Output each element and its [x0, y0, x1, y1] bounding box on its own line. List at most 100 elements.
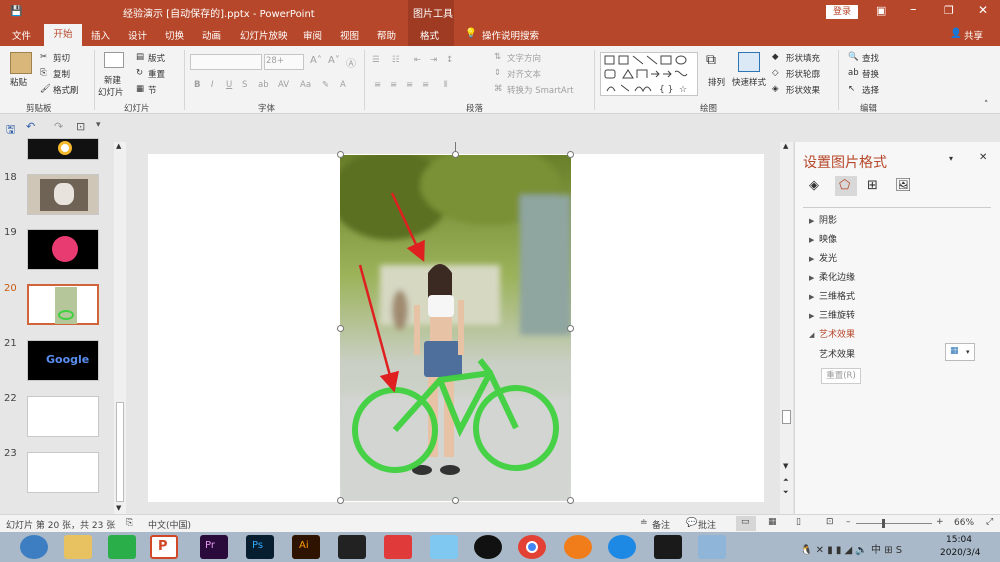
picture-icon[interactable]: 🖼: [895, 178, 912, 193]
bold-icon[interactable]: B: [194, 80, 200, 90]
shrink-font-icon[interactable]: A˅: [328, 55, 340, 66]
qq-icon[interactable]: [474, 535, 502, 559]
quick-styles-button[interactable]: 快速样式: [732, 76, 766, 88]
minimize-icon[interactable]: –: [910, 2, 917, 17]
file-explorer-icon[interactable]: [64, 535, 92, 559]
shapes-gallery[interactable]: { } ☆: [600, 52, 698, 96]
tab-file[interactable]: 文件: [12, 28, 31, 42]
align-center-icon[interactable]: ≡: [390, 80, 397, 90]
clear-format-icon[interactable]: Ⓐ: [346, 55, 356, 70]
tray-icons[interactable]: 🐧 ✕ ▮ ▮ ◢ 🔊 中 ⊞ S: [800, 541, 902, 556]
slide-thumbnail-20[interactable]: [27, 284, 99, 325]
align-text-button[interactable]: 对齐文本: [507, 68, 541, 80]
resize-handle[interactable]: [567, 497, 574, 504]
bullets-icon[interactable]: ☰: [372, 55, 380, 65]
pane-close-icon[interactable]: ✕: [979, 152, 987, 163]
customize-qat-icon[interactable]: ▾: [96, 120, 101, 130]
outdent-icon[interactable]: ⇥: [430, 55, 437, 65]
arrange-icon[interactable]: ⧉: [706, 52, 716, 68]
start-button-icon[interactable]: [20, 535, 48, 559]
prev-slide-icon[interactable]: ⏶: [783, 476, 789, 485]
justify-icon[interactable]: ≡: [422, 80, 429, 90]
arrange-button[interactable]: 排列: [708, 76, 725, 88]
app-icon[interactable]: [430, 535, 458, 559]
restore-icon[interactable]: ❐: [944, 4, 954, 17]
slide-sorter-icon[interactable]: ▦: [768, 517, 777, 527]
slide-thumbnail-17[interactable]: [27, 138, 99, 160]
selected-photo[interactable]: [340, 155, 571, 501]
photoshop-icon[interactable]: Ps: [246, 535, 274, 559]
slideshow-icon[interactable]: ⊡: [826, 517, 834, 527]
rotation-handle[interactable]: [455, 142, 456, 152]
numbering-icon[interactable]: ☷: [392, 55, 400, 65]
tab-help[interactable]: 帮助: [377, 28, 396, 42]
shadow-text-icon[interactable]: S: [242, 80, 247, 90]
zoom-in-icon[interactable]: +: [936, 517, 944, 527]
format-painter-button[interactable]: 格式刷: [53, 84, 79, 96]
pane-item-3d-rotation[interactable]: ▶ 三维旋转: [809, 308, 855, 321]
tab-transitions[interactable]: 切换: [165, 28, 184, 42]
artistic-effects-dropdown[interactable]: ▦ ▾: [945, 343, 975, 361]
find-button[interactable]: 查找: [862, 52, 879, 64]
login-button[interactable]: 登录: [826, 5, 858, 19]
app-icon[interactable]: [384, 535, 412, 559]
zoom-out-icon[interactable]: –: [846, 517, 851, 527]
reading-view-icon[interactable]: ▯: [796, 517, 801, 527]
quick-styles-icon[interactable]: [738, 52, 760, 72]
paste-icon[interactable]: [10, 52, 32, 74]
replace-button[interactable]: 替换: [862, 68, 879, 80]
shape-fill-button[interactable]: 形状填充: [786, 52, 820, 64]
layout-button[interactable]: 版式: [148, 52, 165, 64]
resize-handle[interactable]: [452, 151, 459, 158]
scroll-down-icon[interactable]: ▼: [783, 462, 788, 470]
tab-home[interactable]: 开始: [44, 24, 82, 46]
fill-line-icon[interactable]: ◈: [809, 178, 819, 193]
resize-handle[interactable]: [452, 497, 459, 504]
paste-button[interactable]: 粘贴: [10, 76, 27, 88]
zoom-slider-thumb[interactable]: [882, 519, 885, 528]
columns-icon[interactable]: ⫴: [444, 80, 448, 90]
slide-thumbnail-19[interactable]: [27, 229, 99, 270]
clock-date[interactable]: 2020/3/4: [940, 548, 980, 558]
canvas-scrollbar[interactable]: ▲ ▼ ⏶ ⏷: [780, 142, 793, 514]
tab-format[interactable]: 格式: [420, 28, 439, 42]
share-icon[interactable]: 👤: [950, 28, 962, 39]
underline-icon[interactable]: U: [226, 80, 232, 90]
ie-icon[interactable]: [608, 535, 636, 559]
video-editor-icon[interactable]: [338, 535, 366, 559]
spell-check-icon[interactable]: ⎘: [126, 518, 133, 528]
language-indicator[interactable]: 中文(中国): [148, 518, 191, 531]
pane-item-reflection[interactable]: ▶ 映像: [809, 232, 837, 245]
normal-view-icon[interactable]: ▭: [741, 517, 750, 527]
align-left-icon[interactable]: ≡: [374, 80, 381, 90]
collapse-ribbon-icon[interactable]: ˄: [984, 100, 988, 110]
slide-thumbnail-21[interactable]: Google: [27, 340, 99, 381]
shape-outline-button[interactable]: 形状轮廓: [786, 68, 820, 80]
grow-font-icon[interactable]: A˄: [310, 55, 322, 66]
resize-handle[interactable]: [567, 151, 574, 158]
save-icon[interactable]: 💾: [10, 6, 22, 17]
tell-me-search[interactable]: 操作说明搜索: [482, 28, 539, 42]
size-properties-icon[interactable]: ⊞: [867, 178, 878, 193]
resize-handle[interactable]: [567, 325, 574, 332]
tab-view[interactable]: 视图: [340, 28, 359, 42]
pane-item-soft-edges[interactable]: ▶ 柔化边缘: [809, 270, 855, 283]
slide-thumbnail-22[interactable]: [27, 396, 99, 437]
undo-icon[interactable]: ↶: [26, 120, 35, 133]
italic-icon[interactable]: I: [211, 80, 214, 90]
line-spacing-icon[interactable]: ↕: [446, 55, 453, 65]
next-slide-icon[interactable]: ⏷: [783, 488, 789, 497]
pane-options-icon[interactable]: ▾: [949, 154, 953, 163]
resize-handle[interactable]: [337, 325, 344, 332]
thumbnail-scrollbar[interactable]: ▲ ▼: [114, 142, 126, 514]
resize-handle[interactable]: [337, 497, 344, 504]
indent-icon[interactable]: ⇤: [414, 55, 421, 65]
select-button[interactable]: 选择: [862, 84, 879, 96]
tab-animations[interactable]: 动画: [202, 28, 221, 42]
zoom-level[interactable]: 66%: [954, 518, 974, 528]
tab-design[interactable]: 设计: [128, 28, 147, 42]
pane-item-artistic-effects[interactable]: ◢ 艺术效果: [809, 327, 855, 340]
effects-icon[interactable]: ⬠: [839, 178, 850, 193]
char-spacing-icon[interactable]: AV: [278, 80, 289, 90]
notes-button[interactable]: 备注: [652, 518, 670, 531]
